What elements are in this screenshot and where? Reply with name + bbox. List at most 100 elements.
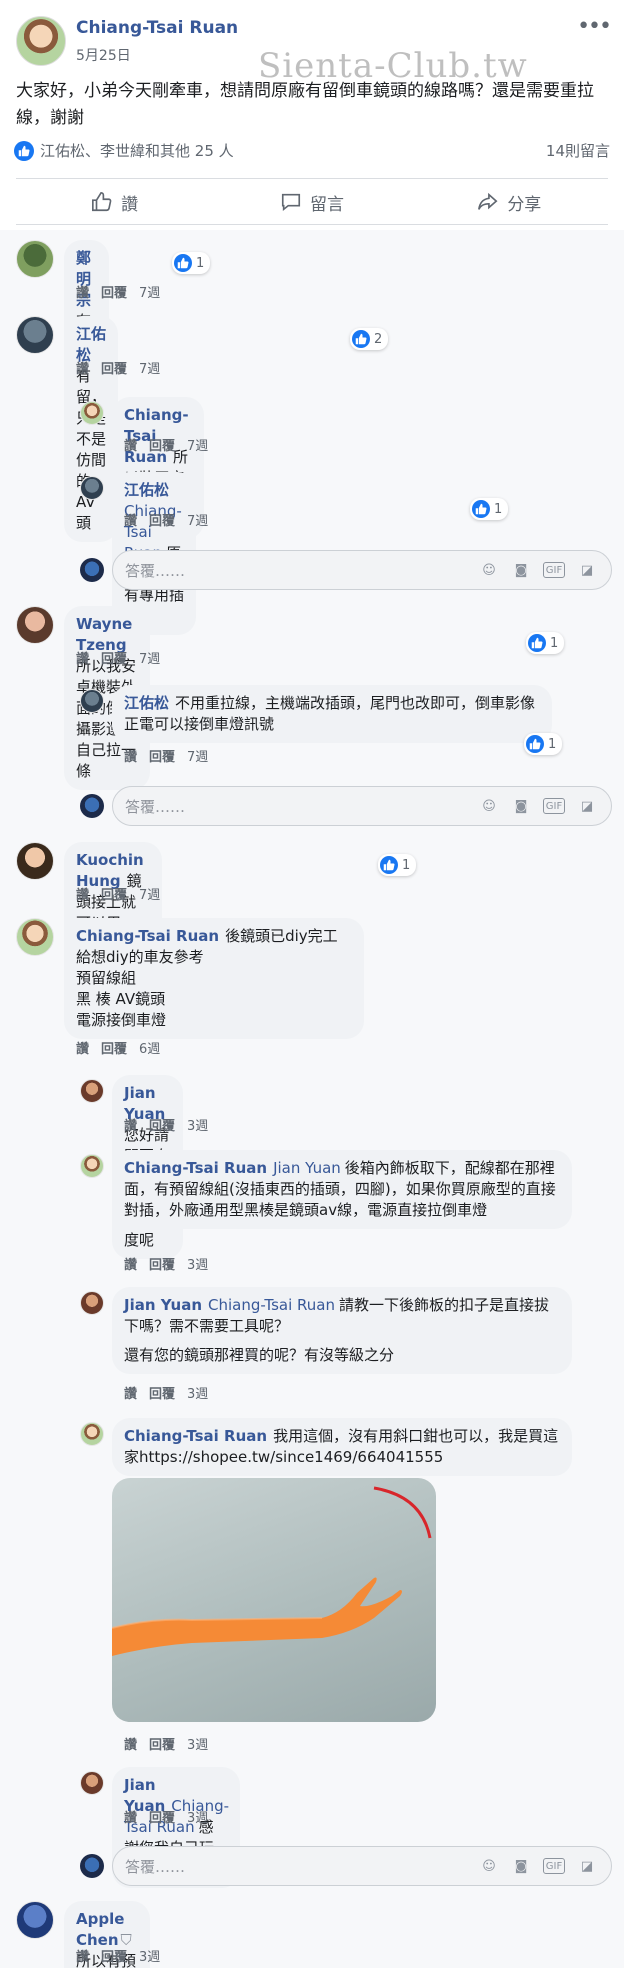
comment-mention[interactable]: Jian Yuan (273, 1159, 341, 1177)
comment-time[interactable]: 3週 (187, 1738, 208, 1753)
like-link[interactable]: 讚 (124, 750, 137, 765)
reply-link[interactable]: 回覆 (101, 1042, 127, 1057)
reply-icons: ☺ ◙ GIF ◪ (479, 1856, 597, 1876)
like-link[interactable]: 讚 (124, 1738, 137, 1753)
comment-time[interactable]: 7週 (187, 439, 208, 454)
like-link[interactable]: 讚 (124, 1387, 137, 1402)
comment-text: 不用重拉線，主機端改插頭，尾門也改即可，倒車影像正電可以接倒車燈訊號 (124, 694, 536, 733)
comment-author[interactable]: Chiang-Tsai Ruan (124, 1159, 267, 1177)
camera-icon[interactable]: ◙ (511, 796, 531, 816)
gif-icon[interactable]: GIF (543, 562, 565, 578)
comment-author[interactable]: Chiang-Tsai Ruan (124, 1427, 267, 1445)
comment-time[interactable]: 7週 (139, 286, 160, 301)
like-link[interactable]: 讚 (124, 514, 137, 529)
reply-link[interactable]: 回覆 (149, 750, 175, 765)
avatar[interactable] (80, 401, 104, 425)
comment-reactions[interactable]: 1 (378, 854, 417, 876)
reply-link[interactable]: 回覆 (101, 1950, 127, 1965)
avatar[interactable] (80, 476, 104, 500)
smiley-icon[interactable]: ☺ (479, 796, 499, 816)
comment-count[interactable]: 14則留言 (546, 140, 610, 161)
avatar[interactable] (16, 842, 54, 880)
smiley-icon[interactable]: ☺ (479, 560, 499, 580)
comment-reactions[interactable]: 1 (524, 733, 563, 755)
reply-link[interactable]: 回覆 (101, 286, 127, 301)
reply-input[interactable]: 答覆…… ☺ ◙ GIF ◪ (112, 1846, 612, 1886)
comment-button[interactable]: 留言 (213, 181, 410, 223)
comment-time[interactable]: 7週 (139, 652, 160, 667)
reply-link[interactable]: 回覆 (101, 888, 127, 903)
post-date[interactable]: 5月25日 (76, 45, 131, 65)
comment-time[interactable]: 3週 (187, 1119, 208, 1134)
avatar[interactable] (80, 1422, 104, 1446)
comment-time[interactable]: 3週 (187, 1258, 208, 1273)
avatar[interactable] (16, 240, 54, 278)
comment-author[interactable]: Apple Chen (76, 1910, 124, 1949)
avatar[interactable] (80, 1291, 104, 1315)
like-link[interactable]: 讚 (76, 1042, 89, 1057)
comment-author[interactable]: 江佑松 (124, 481, 169, 499)
comment-time[interactable]: 7週 (187, 514, 208, 529)
like-button[interactable]: 讚 (16, 181, 213, 223)
reply-link[interactable]: 回覆 (149, 1387, 175, 1402)
comment-author[interactable]: Jian Yuan (124, 1296, 202, 1314)
reply-link[interactable]: 回覆 (101, 652, 127, 667)
comment-time[interactable]: 3週 (187, 1387, 208, 1402)
like-link[interactable]: 讚 (76, 286, 89, 301)
comment-time[interactable]: 3週 (187, 1811, 208, 1826)
post-author-avatar[interactable] (16, 16, 66, 66)
sticker-icon[interactable]: ◪ (577, 796, 597, 816)
avatar[interactable] (16, 316, 54, 354)
like-link[interactable]: 讚 (124, 1258, 137, 1273)
avatar[interactable] (80, 1154, 104, 1178)
post-author-name[interactable]: Chiang-Tsai Ruan (76, 18, 238, 38)
avatar[interactable] (80, 689, 104, 713)
reply-link[interactable]: 回覆 (149, 1738, 175, 1753)
share-button[interactable]: 分享 (411, 181, 608, 223)
comment-bubble: Chiang-Tsai Ruan 我用這個，沒有用斜口鉗也可以，我是買這家http… (112, 1418, 572, 1476)
avatar[interactable] (80, 1079, 104, 1103)
like-link[interactable]: 讚 (76, 888, 89, 903)
avatar[interactable] (16, 606, 54, 644)
like-link[interactable]: 讚 (124, 1119, 137, 1134)
more-dots-icon[interactable]: ••• (577, 14, 612, 39)
post-reactions[interactable]: 江佑松、李世緯和其他 25 人 (14, 140, 234, 161)
comment-bubble: 江佑松有留，只是不是仿間的AV頭 (64, 316, 118, 542)
like-link[interactable]: 讚 (76, 362, 89, 377)
comment-time[interactable]: 7週 (139, 362, 160, 377)
camera-icon[interactable]: ◙ (511, 560, 531, 580)
comment-reactions[interactable]: 1 (526, 632, 565, 654)
avatar[interactable] (80, 1771, 104, 1795)
like-link[interactable]: 讚 (124, 1811, 137, 1826)
comment-time[interactable]: 7週 (139, 888, 160, 903)
comment-author[interactable]: Chiang-Tsai Ruan (76, 927, 219, 945)
comment-author[interactable]: 江佑松 (124, 694, 169, 712)
reply-link[interactable]: 回覆 (149, 1811, 175, 1826)
comment-reactions[interactable]: 2 (350, 328, 389, 350)
reply-input[interactable]: 答覆…… ☺ ◙ GIF ◪ (112, 786, 612, 826)
camera-icon[interactable]: ◙ (511, 1856, 531, 1876)
gif-icon[interactable]: GIF (543, 798, 565, 814)
comment-time[interactable]: 7週 (187, 750, 208, 765)
reply-input[interactable]: 答覆…… ☺ ◙ GIF ◪ (112, 550, 612, 590)
like-link[interactable]: 讚 (124, 439, 137, 454)
reply-link[interactable]: 回覆 (101, 362, 127, 377)
sticker-icon[interactable]: ◪ (577, 1856, 597, 1876)
like-link[interactable]: 讚 (76, 1950, 89, 1965)
comment-time[interactable]: 3週 (139, 1950, 160, 1965)
gif-icon[interactable]: GIF (543, 1858, 565, 1874)
comment-time[interactable]: 6週 (139, 1042, 160, 1057)
sticker-icon[interactable]: ◪ (577, 560, 597, 580)
comment-reactions[interactable]: 1 (172, 252, 211, 274)
comment-mention[interactable]: Chiang-Tsai Ruan (208, 1296, 335, 1314)
comment-reactions[interactable]: 1 (470, 498, 509, 520)
reply-link[interactable]: 回覆 (149, 1258, 175, 1273)
avatar[interactable] (16, 1901, 54, 1939)
avatar[interactable] (16, 918, 54, 956)
reply-link[interactable]: 回覆 (149, 439, 175, 454)
like-link[interactable]: 讚 (76, 652, 89, 667)
reply-link[interactable]: 回覆 (149, 1119, 175, 1134)
smiley-icon[interactable]: ☺ (479, 1856, 499, 1876)
reply-link[interactable]: 回覆 (149, 514, 175, 529)
attached-photo[interactable] (112, 1478, 436, 1722)
